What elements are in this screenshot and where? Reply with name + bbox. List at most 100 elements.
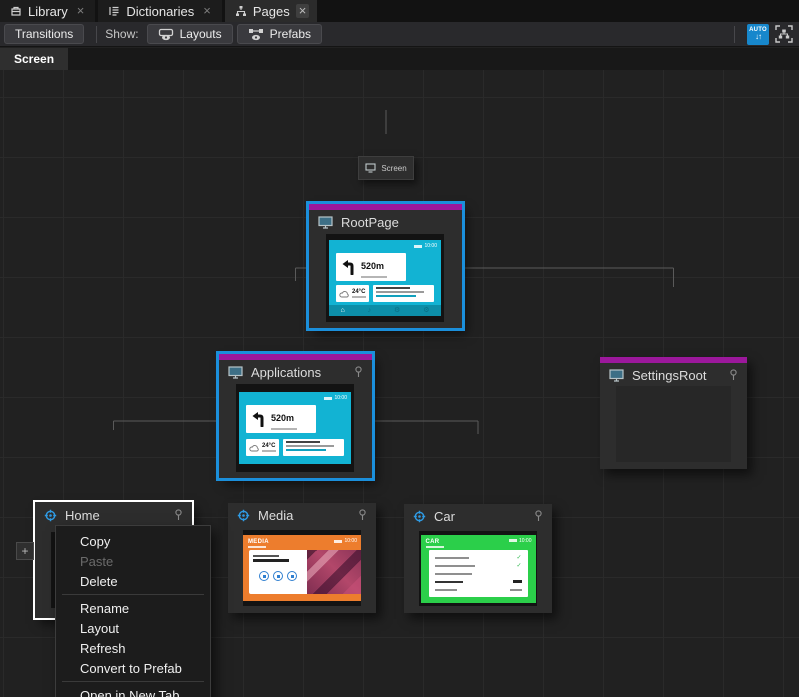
node-car[interactable]: Car CAR 10:00 ✓ ✓ — [404, 504, 552, 613]
tab-library[interactable]: Library × — [0, 0, 95, 22]
node-titlebar: Applications — [219, 360, 372, 384]
menu-item-open-in-new-tab[interactable]: Open in New Tab — [56, 685, 210, 697]
turn-left-arrow-icon — [341, 259, 356, 275]
node-titlebar: SettingsRoot — [600, 363, 747, 387]
toolbar-separator — [734, 26, 735, 43]
close-icon[interactable]: × — [74, 4, 88, 18]
node-titlebar: Car — [404, 504, 552, 528]
pages-icon — [235, 5, 247, 17]
node-title: Home — [65, 508, 166, 523]
cloud-icon — [339, 290, 349, 298]
pin-icon — [729, 369, 738, 381]
plus-icon: + — [21, 544, 28, 558]
navigation-card: 520m — [336, 253, 406, 281]
thumbnail-navbar: ⌂ ♪ ⚙ ⚙ — [329, 305, 441, 316]
node-preview-frame: MEDIA 10:00 — [243, 530, 361, 606]
menu-item-layout[interactable]: Layout — [56, 618, 210, 638]
menu-item-delete[interactable]: Delete — [56, 571, 210, 591]
music-icon: ♪ — [368, 307, 372, 314]
cloud-icon — [249, 444, 259, 452]
layouts-eye-icon — [158, 28, 174, 41]
library-icon — [10, 5, 22, 17]
temperature-label: 24°C — [262, 443, 276, 452]
car-heading: CAR — [426, 539, 440, 545]
page-graph-canvas[interactable]: Screen RootPage 10:00 520m — [0, 70, 799, 697]
pin-icon — [174, 509, 183, 521]
tab-pages[interactable]: Pages × — [225, 0, 317, 22]
tab-dictionaries[interactable]: Dictionaries × — [98, 0, 222, 22]
previous-track-icon — [259, 571, 269, 581]
message-card — [373, 285, 434, 302]
node-screen[interactable]: Screen — [358, 156, 414, 180]
menu-item-paste[interactable]: Paste — [56, 551, 210, 571]
close-icon[interactable]: × — [296, 4, 310, 18]
menu-item-convert-to-prefab[interactable]: Convert to Prefab — [56, 658, 210, 678]
menu-item-copy[interactable]: Copy — [56, 531, 210, 551]
status-bar: 10:00 — [324, 395, 347, 401]
tab-label: Pages — [253, 4, 290, 19]
view-tabbar: Screen — [0, 48, 799, 70]
node-media[interactable]: Media MEDIA 10:00 — [228, 503, 376, 613]
page-compass-icon — [237, 509, 250, 522]
menu-item-refresh[interactable]: Refresh — [56, 638, 210, 658]
node-applications[interactable]: Applications 10:00 520m 24°C — [219, 354, 372, 478]
node-title: RootPage — [341, 215, 453, 230]
toolbar-separator — [96, 26, 97, 43]
close-icon[interactable]: × — [200, 4, 214, 18]
prefabs-label: Prefabs — [270, 27, 311, 41]
auto-layout-button[interactable]: AUTO ↓↑ — [747, 24, 769, 45]
weather-card: 24°C — [246, 439, 279, 456]
auto-arrows-icon: ↓↑ — [755, 33, 761, 41]
weather-card: 24°C — [336, 285, 369, 302]
show-label: Show: — [105, 27, 138, 41]
add-page-button[interactable]: + — [16, 542, 34, 560]
node-rootpage[interactable]: RootPage 10:00 520m 24°C — [309, 204, 462, 328]
media-thumbnail: MEDIA 10:00 — [243, 535, 361, 601]
view-tab-label: Screen — [14, 52, 54, 66]
prefabs-node-icon — [248, 28, 264, 41]
node-preview-frame: 10:00 520m 24°C — [236, 384, 354, 472]
car-status-card: ✓ ✓ — [429, 550, 528, 597]
pin-icon — [534, 510, 543, 522]
tab-screen-view[interactable]: Screen — [0, 48, 68, 70]
transitions-button[interactable]: Transitions — [4, 24, 84, 44]
node-preview-frame: 10:00 520m 24°C ⌂ — [326, 234, 444, 322]
menu-separator — [62, 681, 204, 682]
now-playing-card — [249, 550, 307, 594]
turn-left-arrow-icon — [251, 411, 266, 427]
pin-icon — [354, 366, 363, 378]
page-compass-icon — [44, 509, 57, 522]
node-title: Screen — [381, 164, 406, 173]
navigation-card: 520m — [246, 405, 316, 433]
monitor-icon — [318, 216, 333, 229]
monitor-icon — [228, 366, 243, 379]
fit-view-button[interactable] — [773, 24, 795, 45]
prefabs-toggle-button[interactable]: Prefabs — [237, 24, 322, 44]
node-preview-frame: CAR 10:00 ✓ ✓ — [419, 531, 537, 606]
node-titlebar: RootPage — [309, 210, 462, 234]
node-settingsroot[interactable]: SettingsRoot — [600, 357, 747, 469]
layouts-toggle-button[interactable]: Layouts — [147, 24, 233, 44]
status-bar: 10:00 — [509, 538, 532, 544]
dictionaries-icon — [108, 5, 120, 17]
check-icon: ✓ — [516, 555, 521, 561]
next-track-icon — [287, 571, 297, 581]
album-photo — [305, 550, 361, 594]
node-title: SettingsRoot — [632, 368, 721, 383]
fit-view-icon — [775, 25, 793, 43]
rootpage-thumbnail: 10:00 520m 24°C ⌂ — [329, 240, 441, 316]
home-icon: ⌂ — [340, 307, 344, 314]
document-tabbar: Library × Dictionaries × Pages × — [0, 0, 799, 22]
node-preview-frame — [616, 386, 731, 462]
menu-item-rename[interactable]: Rename — [56, 598, 210, 618]
message-card — [283, 439, 344, 456]
node-titlebar: Media — [228, 503, 376, 527]
node-title: Media — [258, 508, 350, 523]
pages-toolbar: Transitions Show: Layouts Prefabs AUTO ↓… — [0, 22, 799, 47]
tab-label: Library — [28, 4, 68, 19]
distance-label: 520m — [271, 413, 294, 423]
context-menu: Copy Paste Delete Rename Layout Refresh … — [55, 525, 211, 697]
pause-icon — [273, 571, 283, 581]
node-title: Car — [434, 509, 526, 524]
distance-label: 520m — [361, 261, 384, 271]
